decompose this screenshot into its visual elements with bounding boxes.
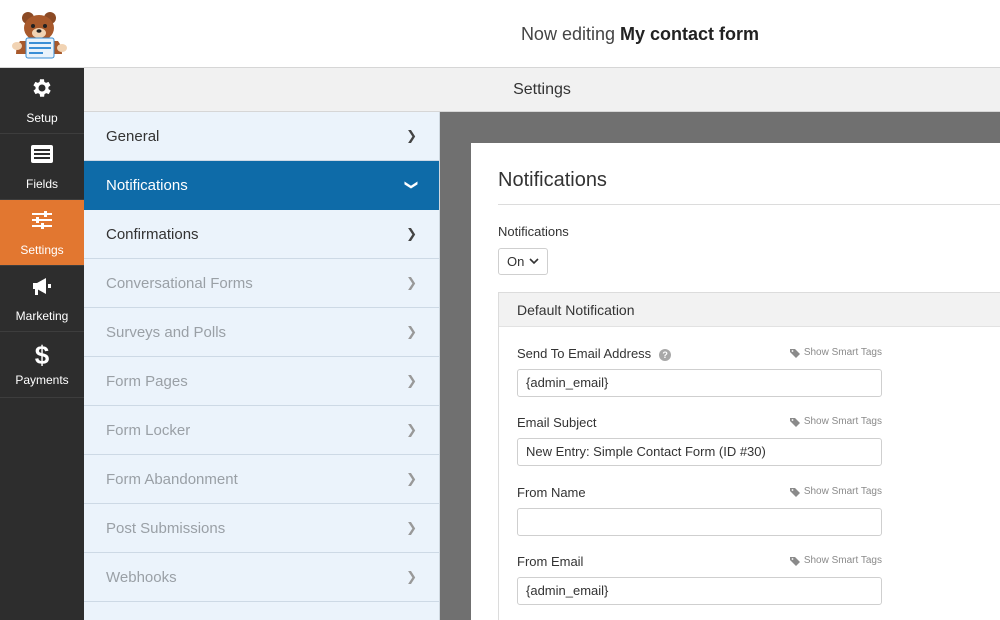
from-name-label: From Name	[517, 485, 586, 500]
panel-item-label: Conversational Forms	[106, 274, 253, 292]
send-to-email-input[interactable]: {admin_email}	[517, 369, 882, 397]
smart-tags-text: Show Smart Tags	[803, 347, 882, 358]
sidebar-item-label: Fields	[25, 177, 58, 191]
notifications-select[interactable]: On	[498, 248, 548, 275]
chevron-right-icon: ❯	[406, 373, 417, 388]
smart-tags-text: Show Smart Tags	[803, 486, 882, 497]
settings-panel-list: General ❯ Notifications ❯ Confirmations …	[84, 112, 440, 620]
chevron-right-icon: ❯	[406, 226, 417, 241]
sidebar-item-fields[interactable]: Fields	[0, 134, 84, 200]
panel-item-label: Notifications	[106, 176, 188, 194]
chevron-down-icon: ❯	[404, 179, 420, 191]
chevron-right-icon: ❯	[406, 422, 417, 437]
panel-item-webhooks[interactable]: Webhooks ❯	[84, 553, 439, 602]
divider	[498, 204, 1000, 205]
chevron-right-icon: ❯	[406, 324, 417, 339]
tag-icon	[789, 487, 800, 497]
sidebar-item-label: Setup	[26, 111, 58, 125]
from-email-label: From Email	[517, 554, 584, 569]
tag-icon	[789, 556, 800, 566]
panel-item-confirmations[interactable]: Confirmations ❯	[84, 210, 439, 259]
panel-item-general[interactable]: General ❯	[84, 112, 439, 161]
tag-icon	[789, 348, 800, 358]
smart-tags-text: Show Smart Tags	[803, 555, 882, 566]
default-notification-block: Default Notification Send To Email Addre…	[498, 292, 1000, 620]
page-title: Now editing My contact form	[0, 24, 1000, 45]
show-smart-tags-link[interactable]: Show Smart Tags	[789, 416, 882, 427]
panel-item-label: Form Abandonment	[106, 470, 238, 488]
field-label-text: Send To Email Address	[517, 346, 652, 361]
show-smart-tags-link[interactable]: Show Smart Tags	[789, 555, 882, 566]
from-name-input[interactable]	[517, 508, 882, 536]
dollar-icon: $	[34, 339, 50, 370]
panel-item-post-submissions[interactable]: Post Submissions ❯	[84, 504, 439, 553]
notifications-toggle-label: Notifications	[498, 224, 569, 239]
sidebar-item-label: Payments	[15, 372, 69, 387]
chevron-right-icon: ❯	[406, 275, 417, 290]
chevron-right-icon: ❯	[406, 128, 417, 143]
help-icon[interactable]: ?	[659, 349, 672, 361]
settings-header: Settings	[84, 68, 1000, 112]
sliders-icon	[30, 208, 54, 237]
panel-item-label: Post Submissions	[106, 519, 226, 537]
panel-item-label: Form Locker	[106, 421, 191, 439]
gear-icon	[30, 76, 54, 105]
panel-item-notifications[interactable]: Notifications ❯	[84, 161, 439, 210]
chevron-right-icon: ❯	[406, 569, 417, 584]
sidebar-item-label: Settings	[20, 243, 64, 257]
show-smart-tags-link[interactable]: Show Smart Tags	[789, 347, 882, 358]
panel-item-label: Webhooks	[106, 568, 177, 586]
panel-item-label: Confirmations	[106, 225, 199, 243]
smart-tags-text: Show Smart Tags	[803, 416, 882, 427]
sidebar-item-settings[interactable]: Settings	[0, 200, 84, 266]
panel-item-surveys-and-polls[interactable]: Surveys and Polls ❯	[84, 308, 439, 357]
fields-list-icon	[30, 142, 54, 171]
from-email-input[interactable]: {admin_email}	[517, 577, 882, 605]
form-name: My contact form	[620, 24, 760, 44]
editing-prefix: Now editing	[520, 24, 615, 44]
block-title: Default Notification	[499, 293, 1000, 327]
chevron-down-icon	[529, 254, 539, 269]
sidebar-item-payments[interactable]: $ Payments	[0, 332, 84, 398]
chevron-right-icon: ❯	[406, 471, 417, 486]
chevron-right-icon: ❯	[406, 520, 417, 535]
megaphone-icon	[30, 274, 54, 303]
notifications-select-value: On	[507, 254, 525, 269]
panel-item-label: Form Pages	[106, 372, 188, 390]
top-bar: Now editing My contact form	[0, 0, 1000, 68]
builder-sidebar: Setup Fields Settings Marketing $ Paymen…	[0, 68, 84, 620]
panel-item-form-locker[interactable]: Form Locker ❯	[84, 406, 439, 455]
sidebar-item-marketing[interactable]: Marketing	[0, 266, 84, 332]
panel-item-label: Surveys and Polls	[106, 323, 227, 341]
email-subject-label: Email Subject	[517, 415, 597, 430]
tag-icon	[789, 417, 800, 427]
sidebar-item-label: Marketing	[15, 309, 69, 323]
show-smart-tags-link[interactable]: Show Smart Tags	[789, 486, 882, 497]
panel-item-form-abandonment[interactable]: Form Abandonment ❯	[84, 455, 439, 504]
panel-item-label: General	[106, 127, 160, 145]
email-subject-input[interactable]: New Entry: Simple Contact Form (ID #30)	[517, 438, 882, 466]
notifications-panel: Notifications Notifications On Default N…	[471, 143, 1000, 620]
panel-item-conversational-forms[interactable]: Conversational Forms ❯	[84, 259, 439, 308]
send-to-email-label: Send To Email Address?	[517, 346, 672, 361]
sidebar-item-setup[interactable]: Setup	[0, 68, 84, 134]
panel-item-form-pages[interactable]: Form Pages ❯	[84, 357, 439, 406]
panel-title: Notifications	[498, 169, 607, 191]
